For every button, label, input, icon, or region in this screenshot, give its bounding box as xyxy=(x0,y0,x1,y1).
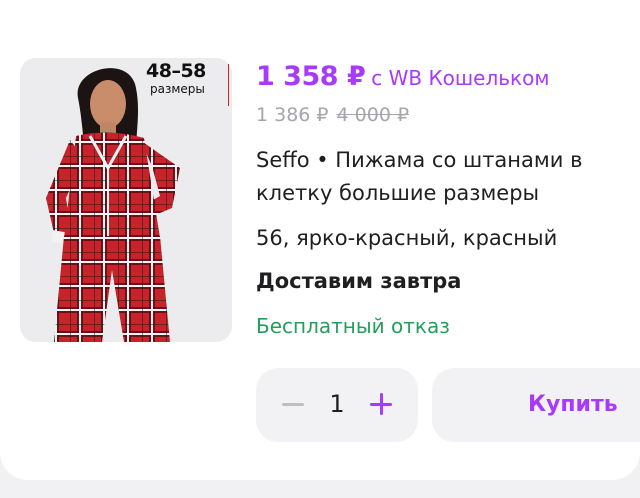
buy-button-label: Купить xyxy=(528,392,618,417)
quantity-stepper: 1 xyxy=(256,368,418,442)
size-range-badge: 48–58 размеры xyxy=(146,60,229,106)
product-title[interactable]: Seffo • Пижама со штанами в клетку больш… xyxy=(256,144,640,210)
buy-button[interactable]: Купить xyxy=(432,368,640,442)
product-title-line-1: Seffo • Пижама со штанами в xyxy=(256,148,583,172)
delivery-info: Доставим завтра xyxy=(256,269,462,293)
product-variant: 56, ярко-красный, красный xyxy=(256,226,558,250)
quantity-value: 1 xyxy=(329,390,345,418)
product-card: 48–58 размеры 1 358 ₽ с WB Кошельком 1 38… xyxy=(0,0,640,480)
wallet-note: с WB Кошельком xyxy=(371,66,550,90)
wallet-price: 1 358 ₽ xyxy=(256,61,366,92)
original-price: 4 000 ₽ xyxy=(336,104,410,126)
size-badge-rule xyxy=(228,64,229,106)
product-photo-illustration xyxy=(20,58,232,342)
plus-icon[interactable] xyxy=(370,393,392,415)
old-price-row: 1 386 ₽ 4 000 ₽ xyxy=(256,104,409,126)
regular-price: 1 386 ₽ xyxy=(256,104,329,126)
price-row: 1 358 ₽ с WB Кошельком xyxy=(256,61,549,92)
minus-icon[interactable] xyxy=(282,393,304,415)
product-image[interactable] xyxy=(20,58,232,342)
product-title-line-2: клетку большие размеры xyxy=(256,181,540,205)
size-range: 48–58 xyxy=(146,60,206,82)
size-range-caption: размеры xyxy=(150,82,205,96)
free-refusal-note: Бесплатный отказ xyxy=(256,314,450,338)
